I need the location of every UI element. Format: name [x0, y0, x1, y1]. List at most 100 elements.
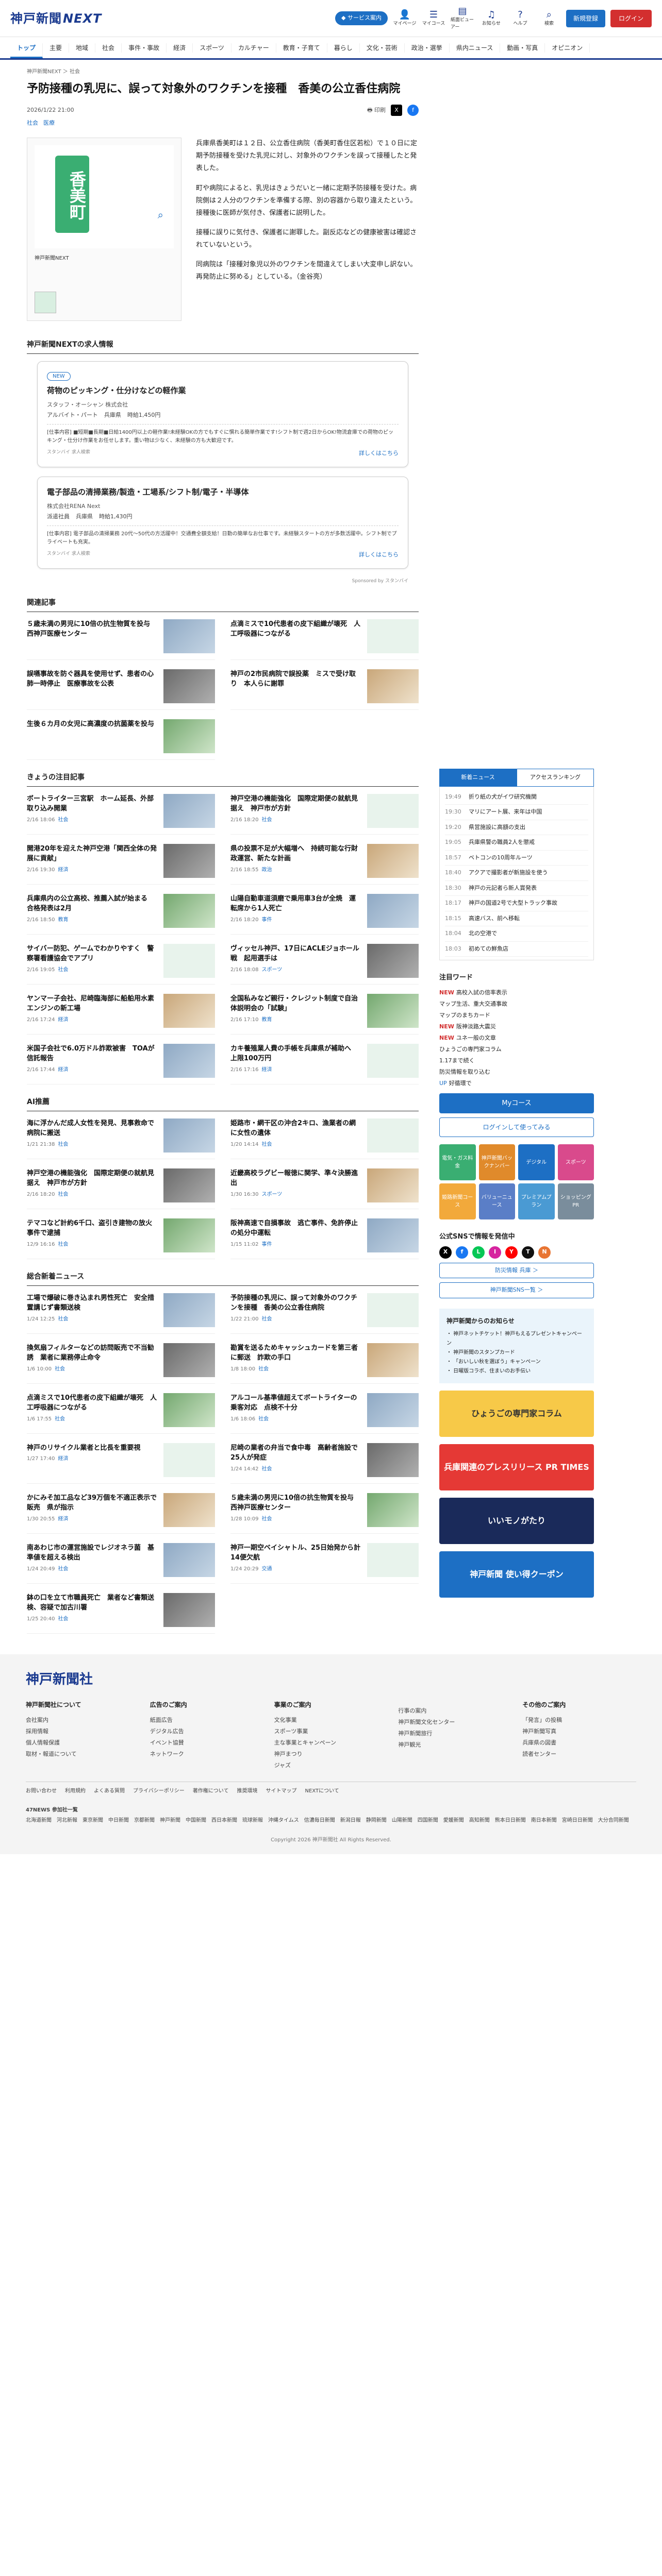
- news-category[interactable]: 社会: [261, 817, 272, 823]
- news-title[interactable]: アルコール基準値超えてボートライターの乗客対応 点検不十分: [230, 1393, 362, 1413]
- footer-bottom-link[interactable]: NEXTについて: [305, 1787, 339, 1795]
- tiktok-icon[interactable]: T: [522, 1246, 534, 1259]
- news-thumbnail[interactable]: [367, 669, 419, 703]
- job-title[interactable]: 電子部品の清掃業務/製造・工場系/シフト制/電子・半導体: [47, 486, 399, 498]
- news-item[interactable]: 誤嚥事故を防ぐ器具を使用せず、患者の心肺一時停止 医療事故を公表: [27, 669, 215, 710]
- mycourse-button[interactable]: ☰ マイコース: [422, 9, 445, 28]
- promo-button[interactable]: ショッピングPR: [557, 1183, 594, 1219]
- news-thumbnail[interactable]: [367, 1218, 419, 1252]
- news-item[interactable]: 山陽自動車道須磨で乗用車3台が全焼 運転席から1人死亡 2/16 18:20 事件: [230, 893, 419, 935]
- footer-link[interactable]: 会社案内: [26, 1715, 140, 1726]
- news-item[interactable]: 近畿高校ラグビー報徳に関学、準々決勝進出 1/30 16:30 スポーツ: [230, 1168, 419, 1209]
- news-thumbnail[interactable]: [367, 1493, 419, 1527]
- promo-button[interactable]: スポーツ: [557, 1144, 594, 1180]
- footer-link[interactable]: 「発言」の投稿: [522, 1715, 636, 1726]
- register-button[interactable]: 新規登録: [566, 9, 605, 27]
- info-item[interactable]: ・ 神戸新聞のスタンプカード: [446, 1348, 587, 1358]
- news-title[interactable]: カキ養殖業人費の手帳を兵庫県が補助へ 上限100万円: [230, 1044, 362, 1064]
- footer-bottom-link[interactable]: 推奨環境: [237, 1787, 258, 1795]
- job-title[interactable]: 荷物のピッキング・仕分けなどの軽作業: [47, 385, 399, 397]
- news-thumbnail[interactable]: [163, 993, 215, 1028]
- nav-item[interactable]: 経済: [167, 43, 193, 53]
- news-thumbnail[interactable]: [163, 1393, 215, 1427]
- news-thumbnail[interactable]: [163, 1343, 215, 1377]
- nav-item[interactable]: 教育・子育て: [276, 43, 327, 53]
- ranking-item[interactable]: 18:17 神戸の国道2号で大型トラック事故: [445, 896, 588, 911]
- news-item[interactable]: 海に浮かんだ成人女性を発見、見事救命で病院に搬送 1/21 21:38 社会: [27, 1118, 215, 1159]
- news-category[interactable]: 社会: [58, 817, 68, 823]
- news-item[interactable]: 神戸のリサイクル業者と比長を重要視 1/27 17:40 経済: [27, 1443, 215, 1484]
- news-item[interactable]: 南あわじ市の運営施設でレジオネラ菌 基準値を超える検出 1/24 20:49 社会: [27, 1543, 215, 1584]
- ranking-title[interactable]: 北の空港で: [469, 929, 497, 938]
- keyword-item[interactable]: 1.17まで続く: [439, 1055, 594, 1066]
- footer-link[interactable]: 文化事業: [274, 1715, 388, 1726]
- site-logo[interactable]: 神戸新聞 NEXT: [10, 9, 102, 28]
- news-category[interactable]: 事件: [261, 917, 272, 923]
- news-item[interactable]: テマコなど計約6千口、盗引き建物の放火事件で逮捕 12/9 16:16 社会: [27, 1218, 215, 1259]
- keyword-text[interactable]: 阪神淡路大震災: [456, 1023, 496, 1030]
- news-item[interactable]: ５歳未満の男児に10倍の抗生物質を投与 西神戸医療センター: [27, 619, 215, 660]
- news-item[interactable]: 生後６カ月の女児に高濃度の抗菌薬を投与: [27, 719, 215, 760]
- news-title[interactable]: 鉢の口を立て市職員死亡 業者など書類送検、容疑で加古川署: [27, 1593, 158, 1613]
- nav-item[interactable]: 暮らし: [327, 43, 360, 53]
- news-category[interactable]: 社会: [261, 1516, 272, 1522]
- footer-link[interactable]: 紙面広告: [150, 1715, 264, 1726]
- news-category[interactable]: 社会: [258, 1366, 269, 1372]
- news47-list[interactable]: 北海道新聞 河北新報 東京新聞 中日新聞 京都新聞 神戸新聞 中国新聞 西日本新…: [26, 1816, 636, 1826]
- news-item[interactable]: ヴィッセル神戸、17日にACLEジョホール戦 起用選手は 2/16 18:08 スポ…: [230, 943, 419, 985]
- news-title[interactable]: 神戸一期空ベイシャトル、25日始発から計14便欠航: [230, 1543, 362, 1563]
- news-title[interactable]: ボートライター三宮駅 ホーム延長、外部取り込み開業: [27, 794, 158, 814]
- tab-ranking[interactable]: アクセスランキング: [517, 769, 594, 787]
- news-item[interactable]: 工場で爆破に巻き込まれ男性死亡 安全措置講じず書類送検 1/24 12:25 社会: [27, 1293, 215, 1334]
- viewer-button[interactable]: ▤ 紙面ビューアー: [451, 6, 474, 31]
- info-item[interactable]: ・ 日曜版コラボ、住まいのお手伝い: [446, 1367, 587, 1376]
- news-item[interactable]: 尼崎の業者の弁当で食中毒 高齢者施設で25人が発症 1/24 14:42 社会: [230, 1443, 419, 1484]
- news-item[interactable]: 勘賞を送るためキャッシュカードを第三者に郵送 詐欺の手口 1/8 18:00 社会: [230, 1343, 419, 1384]
- job-card[interactable]: NEW 荷物のピッキング・仕分けなどの軽作業 スタッフ・オーシャン 株式会社 アルバイ…: [37, 361, 408, 468]
- news-thumbnail[interactable]: [163, 619, 215, 653]
- nav-item[interactable]: 動画・写真: [500, 43, 545, 53]
- info-item[interactable]: ・ 「おいしい秋を選ぼう」キャンペーン: [446, 1358, 587, 1367]
- news-thumbnail[interactable]: [163, 893, 215, 928]
- news-thumbnail[interactable]: [367, 843, 419, 878]
- keyword-text[interactable]: ユネ一般の文章: [456, 1035, 496, 1041]
- news-item[interactable]: ５歳未満の男児に10倍の抗生物質を投与 西神戸医療センター 1/28 10:09 社…: [230, 1493, 419, 1534]
- promo-button[interactable]: バリューニュース: [478, 1183, 515, 1219]
- login-try-button[interactable]: ログインして使ってみる: [439, 1117, 594, 1137]
- nav-item[interactable]: 文化・芸術: [360, 43, 405, 53]
- column-banner[interactable]: ひょうごの専門家コラム: [439, 1391, 594, 1437]
- news-item[interactable]: 米国子会社で6.0万ドル詐欺被害 TOAが信託報告 2/16 17:44 経済: [27, 1043, 215, 1084]
- news-category[interactable]: 社会: [58, 1616, 68, 1622]
- ranking-title[interactable]: 兵庫県警の職員2人を懲戒: [469, 838, 535, 847]
- news-thumbnail[interactable]: [367, 1043, 419, 1078]
- news-title[interactable]: サイバー防犯、ゲームでわかりやすく 警察署看護協会でアプリ: [27, 944, 158, 964]
- news-thumbnail[interactable]: [163, 843, 215, 878]
- news-thumbnail[interactable]: [163, 793, 215, 828]
- news-thumbnail[interactable]: [163, 1543, 215, 1577]
- nav-item[interactable]: トップ: [10, 43, 43, 58]
- keyword-text[interactable]: 高校入試の倍率表示: [456, 989, 507, 996]
- news-title[interactable]: 換気扇フィルターなどの訪問販売で不当勧誘 業者に業務停止命令: [27, 1343, 158, 1363]
- print-button[interactable]: 🖶 印刷: [367, 106, 386, 115]
- news-category[interactable]: 政治: [261, 867, 272, 873]
- footer-link[interactable]: 読者センター: [522, 1749, 636, 1760]
- news-thumbnail[interactable]: [367, 1118, 419, 1153]
- job-more-link[interactable]: 詳しくはこちら: [359, 551, 399, 560]
- news-category[interactable]: 社会: [258, 1416, 269, 1422]
- article-figure[interactable]: 香美町 ⌕ 神戸新聞NEXT: [27, 138, 181, 321]
- news-thumbnail[interactable]: [367, 1393, 419, 1427]
- nav-item[interactable]: スポーツ: [193, 43, 231, 53]
- news-category[interactable]: 経済: [58, 1067, 68, 1073]
- news-item[interactable]: 阪神高速で自損事故 逃亡事件、免許停止の処分中運転 1/15 11:02 事件: [230, 1218, 419, 1259]
- nav-item[interactable]: 社会: [95, 43, 122, 53]
- footer-link[interactable]: 神戸新聞文化センター: [398, 1717, 512, 1728]
- news-item[interactable]: 神戸一期空ベイシャトル、25日始発から計14便欠航 1/24 20:29 交通: [230, 1543, 419, 1584]
- ranking-item[interactable]: 18:57 ベトコンの10周年ルーツ: [445, 851, 588, 866]
- ranking-item[interactable]: 19:30 マリにアート展、来年は中国: [445, 805, 588, 820]
- news-title[interactable]: 県の投票不足が大幅増へ 持続可能な行財政運営、新たな計画: [230, 844, 362, 864]
- news-category[interactable]: 経済: [58, 1017, 68, 1023]
- search-button[interactable]: ⌕ 検索: [537, 9, 561, 28]
- news-thumbnail[interactable]: [163, 1218, 215, 1252]
- news-title[interactable]: ヤンマー子会社、尼崎臨海部に船舶用水素エンジンの新工場: [27, 994, 158, 1014]
- promo-button[interactable]: 姫路新聞コース: [439, 1183, 476, 1219]
